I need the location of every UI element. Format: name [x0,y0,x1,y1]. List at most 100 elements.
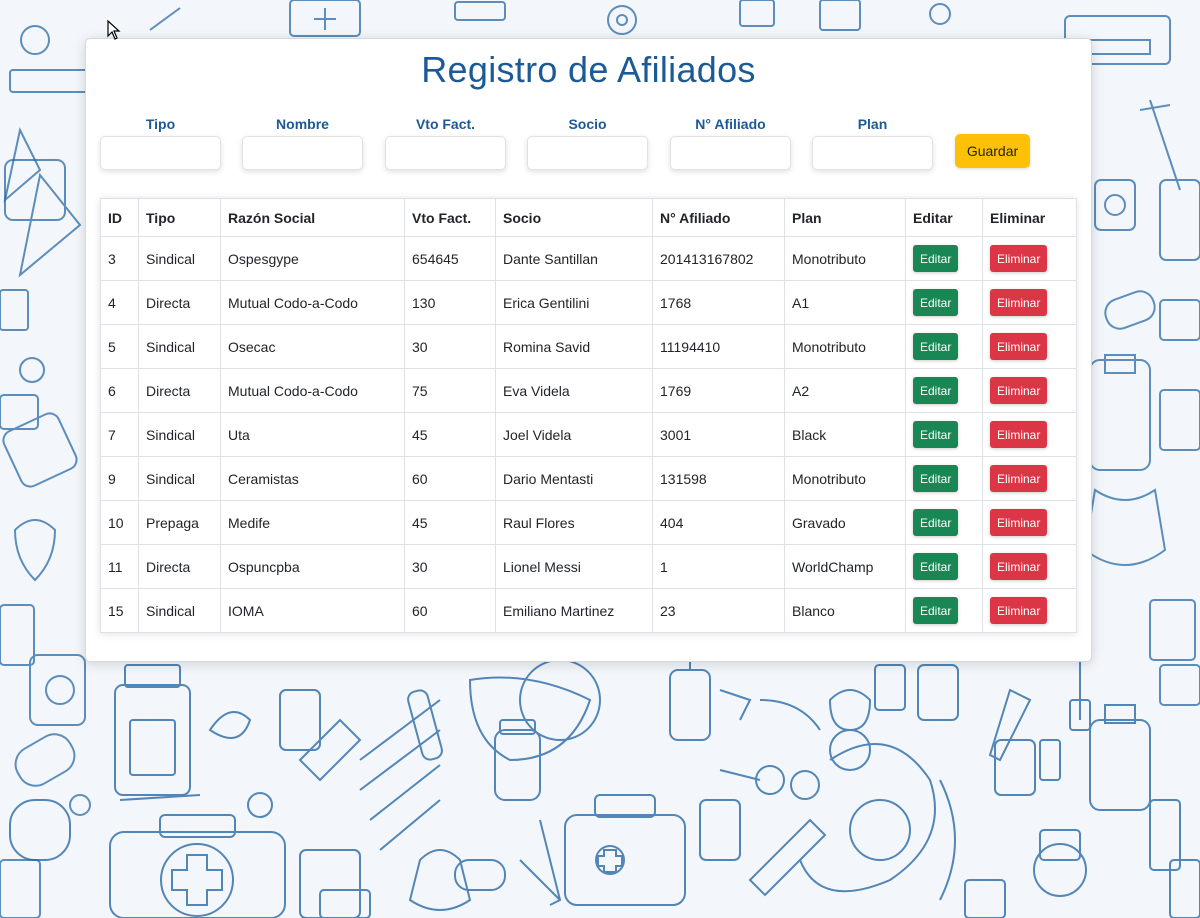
table-header-col-editar: Editar [905,198,983,237]
edit-button[interactable]: Editar [913,377,959,404]
cell-socio: Romina Savid [495,324,653,369]
field-tipo: Tipo [100,115,221,170]
cell-afiliado: 1768 [652,280,785,325]
nombre-input[interactable] [242,136,363,170]
cell-tipo: Sindical [138,412,221,457]
cell-razon: Medife [220,500,405,545]
edit-button[interactable]: Editar [913,333,959,360]
table-header-col-eliminar: Eliminar [982,198,1077,237]
table-header-col-afiliado: N° Afiliado [652,198,785,237]
edit-button[interactable]: Editar [913,465,959,492]
registration-card: Registro de Afiliados Tipo Nombre Vto Fa… [85,38,1092,662]
cell-tipo: Directa [138,544,221,589]
cell-plan: A2 [784,368,906,413]
cell-editar: Editar [905,236,983,281]
cell-editar: Editar [905,368,983,413]
table-header-col-razon-social: Razón Social [220,198,405,237]
table-body: 3 Sindical Ospesgype 654645 Dante Santillan 2… [100,236,1077,633]
cell-plan: A1 [784,280,906,325]
delete-button[interactable]: Eliminar [990,377,1048,404]
cell-socio: Erica Gentilini [495,280,653,325]
cell-id: 9 [100,456,139,501]
cell-afiliado: 1769 [652,368,785,413]
cell-plan: WorldChamp [784,544,906,589]
field-label-tipo: Tipo [145,116,176,132]
cell-eliminar: Eliminar [982,544,1077,589]
table-row: 11 Directa Ospuncpba 30 Lionel Messi 1 WorldCh… [100,544,1077,589]
cell-tipo: Sindical [138,324,221,369]
delete-button[interactable]: Eliminar [990,553,1048,580]
cell-tipo: Sindical [138,236,221,281]
affiliates-table-container: ID Tipo Razón Social Vto Fact. Socio N° Afili… [100,198,1077,633]
page-title: Registro de Afiliados [421,49,756,90]
edit-button[interactable]: Editar [913,289,959,316]
tipo-input[interactable] [100,136,221,170]
cell-editar: Editar [905,544,983,589]
cell-id: 15 [100,588,139,633]
socio-input[interactable] [527,136,648,170]
table-header-row: ID Tipo Razón Social Vto Fact. Socio N° Afili… [100,198,1077,237]
table-row: 10 Prepaga Medife 45 Raul Flores 404 Gravado Ed… [100,500,1077,545]
cell-eliminar: Eliminar [982,280,1077,325]
cell-eliminar: Eliminar [982,500,1077,545]
cell-editar: Editar [905,324,983,369]
cell-id: 10 [100,500,139,545]
table-row: 6 Directa Mutual Codo-a-Codo 75 Eva Videla 17… [100,368,1077,413]
delete-button[interactable]: Eliminar [990,509,1048,536]
cell-socio: Joel Videla [495,412,653,457]
delete-button[interactable]: Eliminar [990,333,1048,360]
field-plan: Plan [812,115,933,170]
cell-razon: Ospuncpba [220,544,405,589]
cell-razon: Ceramistas [220,456,405,501]
cell-razon: IOMA [220,588,405,633]
table-row: 5 Sindical Osecac 30 Romina Savid 11194410 Mon… [100,324,1077,369]
cell-tipo: Sindical [138,456,221,501]
cell-plan: Black [784,412,906,457]
table-row: 15 Sindical IOMA 60 Emiliano Martinez 23 Blanc… [100,588,1077,633]
cell-eliminar: Eliminar [982,324,1077,369]
delete-button[interactable]: Eliminar [990,465,1048,492]
table-header-col-socio: Socio [495,198,653,237]
cell-tipo: Directa [138,368,221,413]
mouse-cursor-icon [107,20,121,40]
cell-razon: Mutual Codo-a-Codo [220,280,405,325]
save-button[interactable]: Guardar [955,134,1030,168]
afiliado-input[interactable] [670,136,791,170]
delete-button[interactable]: Eliminar [990,245,1048,272]
delete-button[interactable]: Eliminar [990,289,1048,316]
edit-button[interactable]: Editar [913,245,959,272]
cell-tipo: Directa [138,280,221,325]
cell-vto: 654645 [404,236,496,281]
cell-afiliado: 11194410 [652,324,785,369]
cell-plan: Monotributo [784,236,906,281]
cell-afiliado: 1 [652,544,785,589]
cell-editar: Editar [905,588,983,633]
cell-id: 5 [100,324,139,369]
field-afiliado: N° Afiliado [670,115,791,170]
affiliates-table: ID Tipo Razón Social Vto Fact. Socio N° Afili… [100,198,1077,633]
table-row: 3 Sindical Ospesgype 654645 Dante Santillan 2… [100,236,1077,281]
cell-eliminar: Eliminar [982,456,1077,501]
cell-afiliado: 201413167802 [652,236,785,281]
cell-vto: 30 [404,324,496,369]
cell-vto: 60 [404,588,496,633]
cell-id: 7 [100,412,139,457]
plan-input[interactable] [812,136,933,170]
delete-button[interactable]: Eliminar [990,421,1048,448]
vto-fact-input[interactable] [385,136,506,170]
cell-editar: Editar [905,500,983,545]
edit-button[interactable]: Editar [913,421,959,448]
edit-button[interactable]: Editar [913,509,959,536]
table-row: 7 Sindical Uta 45 Joel Videla 3001 Black Editar… [100,412,1077,457]
cell-tipo: Sindical [138,588,221,633]
table-row: 4 Directa Mutual Codo-a-Codo 130 Erica Genti… [100,280,1077,325]
field-label-nombre: Nombre [276,116,329,132]
cell-tipo: Prepaga [138,500,221,545]
table-header-col-id: ID [100,198,139,237]
edit-button[interactable]: Editar [913,597,959,624]
delete-button[interactable]: Eliminar [990,597,1048,624]
cell-plan: Monotributo [784,324,906,369]
cell-plan: Gravado [784,500,906,545]
cell-eliminar: Eliminar [982,368,1077,413]
edit-button[interactable]: Editar [913,553,959,580]
